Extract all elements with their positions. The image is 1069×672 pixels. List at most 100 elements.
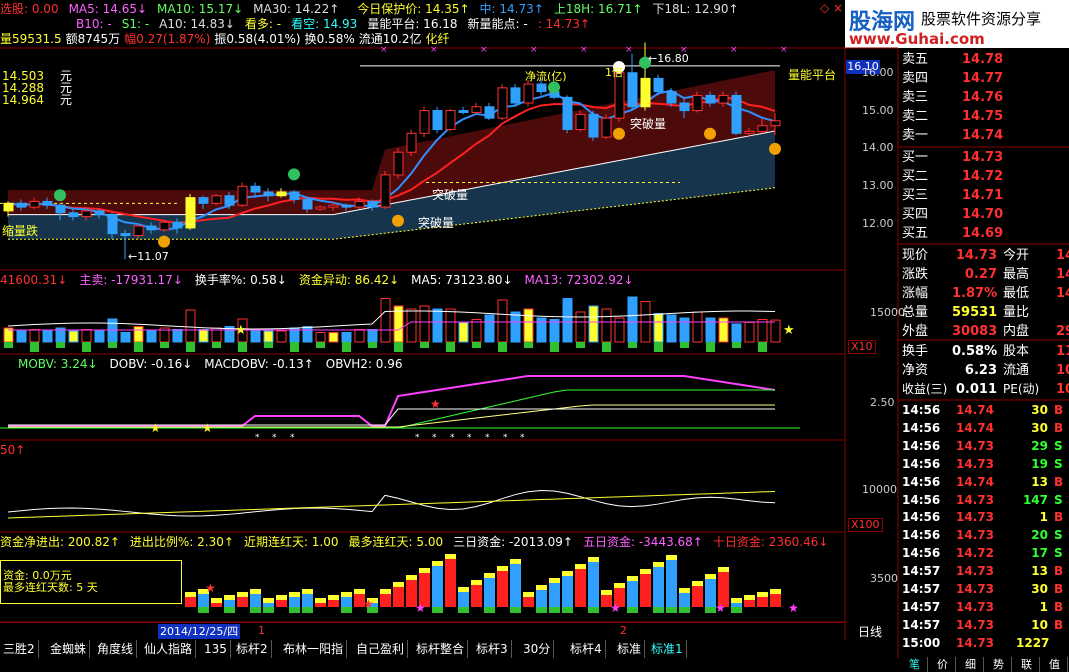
right-panel-tab[interactable]: 联 <box>1014 657 1040 672</box>
candle-body <box>588 113 599 138</box>
right-panel-tab[interactable]: 价 <box>930 657 956 672</box>
sell-level-label: 卖三 <box>902 90 929 105</box>
fund-bar <box>198 594 209 607</box>
candle-body <box>68 212 79 218</box>
formula-tab[interactable]: 标准1 <box>648 640 687 658</box>
fund-bar <box>588 562 599 607</box>
dot-marker: * <box>485 433 490 443</box>
formula-tab[interactable]: 标杆整合 <box>413 640 469 658</box>
x-marker: × <box>380 45 388 55</box>
right-panel-tab[interactable]: 值 <box>1042 657 1068 672</box>
obv-axis-tick: 10000 <box>862 483 897 496</box>
candle-body <box>315 206 326 210</box>
fund-bar-cap <box>497 566 508 571</box>
tick-time: 14:56 <box>902 456 941 471</box>
sell-level-label: 卖二 <box>902 109 929 124</box>
sell-level-row: 卖五 14.78 <box>900 50 1069 69</box>
formula-tab[interactable]: 标杆2 <box>233 640 272 658</box>
header-value: 50↑ <box>0 443 26 457</box>
obv-line <box>7 489 776 517</box>
candle-body <box>198 197 209 204</box>
formula-tab[interactable]: 布林一阳指 <box>280 640 348 658</box>
quote-value: 14 <box>1056 248 1069 263</box>
volume-neg-bar <box>82 342 91 352</box>
dot-marker: * <box>503 433 508 443</box>
mobv-line <box>8 375 776 427</box>
unit-label: 元 <box>60 93 73 107</box>
candle-body <box>432 110 443 130</box>
volume-bar <box>562 298 573 343</box>
fund-bar <box>523 597 534 607</box>
star-marker: ★ <box>788 601 799 615</box>
candle-body <box>185 197 196 229</box>
formula-tab[interactable]: 标杆4 <box>567 640 606 658</box>
volume-bar <box>354 329 365 343</box>
tick-time: 14:57 <box>902 582 941 596</box>
right-panel-tab[interactable]: 笔 <box>902 657 928 672</box>
buy-level-price: 14.69 <box>962 226 1004 241</box>
candle-body <box>289 191 300 201</box>
tick-side: B <box>1054 599 1064 614</box>
fund-bar-cap <box>679 588 690 593</box>
fund-bar-cap <box>432 561 443 566</box>
dot-marker: * <box>290 433 295 443</box>
header-value: 五日资金: -3443.68↑ <box>582 535 703 549</box>
fund-bar <box>562 576 573 607</box>
fund-bar <box>666 560 677 607</box>
candle-body <box>380 174 391 208</box>
formula-tab[interactable]: 金蜘蛛 <box>47 640 91 658</box>
formula-tab[interactable]: 135 <box>201 640 231 658</box>
formula-tab[interactable]: 三胜2 <box>0 640 39 658</box>
formula-tab[interactable]: 标杆3 <box>473 640 512 658</box>
volume-bar <box>601 308 612 343</box>
fund-neg-bar <box>432 607 443 613</box>
quote-value: 0.011 <box>955 382 997 397</box>
fund-bar <box>380 594 391 607</box>
mobv-axis-tick: 2.50 <box>870 396 895 409</box>
tick-side: B <box>1054 420 1064 435</box>
fund-bar-cap <box>445 554 456 559</box>
volume-neg-bar <box>680 342 689 348</box>
tick-row: 15:00 14.73 1227 <box>900 634 1069 652</box>
fund-bar <box>432 566 443 607</box>
formula-tab[interactable]: 仙人指路 <box>141 640 197 658</box>
quote-value: 6.23 <box>964 363 997 378</box>
header-value: 近期连红天: 1.00 <box>243 535 339 549</box>
candle-body <box>107 214 118 235</box>
volume-neg-bar <box>342 342 351 352</box>
fund-neg-bar <box>549 607 560 613</box>
fund-bar-cap <box>523 592 534 597</box>
sell-level-row: 卖三 14.76 <box>900 88 1069 107</box>
tick-volume: 13 <box>1031 474 1048 489</box>
volume-bar <box>328 332 339 343</box>
quote-label: 最低 <box>1003 286 1030 301</box>
right-panel-tab[interactable]: 势 <box>986 657 1012 672</box>
volume-bar <box>471 319 482 343</box>
fund-bar <box>744 600 755 607</box>
fund-bar-cap <box>237 592 248 597</box>
volume-neg-bar <box>472 342 481 348</box>
star-marker: ★ <box>150 421 161 435</box>
volume-neg-bar <box>30 342 39 352</box>
tick-row: 14:57 14.73 10 B <box>900 616 1069 634</box>
volume-neg-bar <box>758 342 767 352</box>
tick-row: 14:56 14.73 29 S <box>900 437 1069 455</box>
fund-bar-cap <box>666 555 677 560</box>
breakout-volume-label: 突破量 <box>630 117 667 131</box>
dot-marker: * <box>467 433 472 443</box>
fund-neg-bar <box>731 607 742 613</box>
volume-bar <box>94 330 105 343</box>
quote-value: 10 <box>1056 382 1069 397</box>
formula-tab[interactable]: 自己盈利 <box>353 640 409 658</box>
formula-tab[interactable]: 30分 <box>520 640 555 658</box>
right-panel-tab[interactable]: 细 <box>958 657 984 672</box>
volume-bar <box>315 332 326 343</box>
period-selector[interactable]: 日线 <box>858 623 882 640</box>
candle-body <box>328 204 339 208</box>
quote-label: 总量 <box>902 305 929 320</box>
left-price-list: 14.503 14.288 14.964 <box>2 70 44 106</box>
formula-tab[interactable]: 角度线 <box>94 640 138 658</box>
formula-tab[interactable]: 标准 <box>614 640 646 658</box>
tick-time: 14:56 <box>902 438 941 453</box>
fund-neg-bar <box>679 607 690 613</box>
